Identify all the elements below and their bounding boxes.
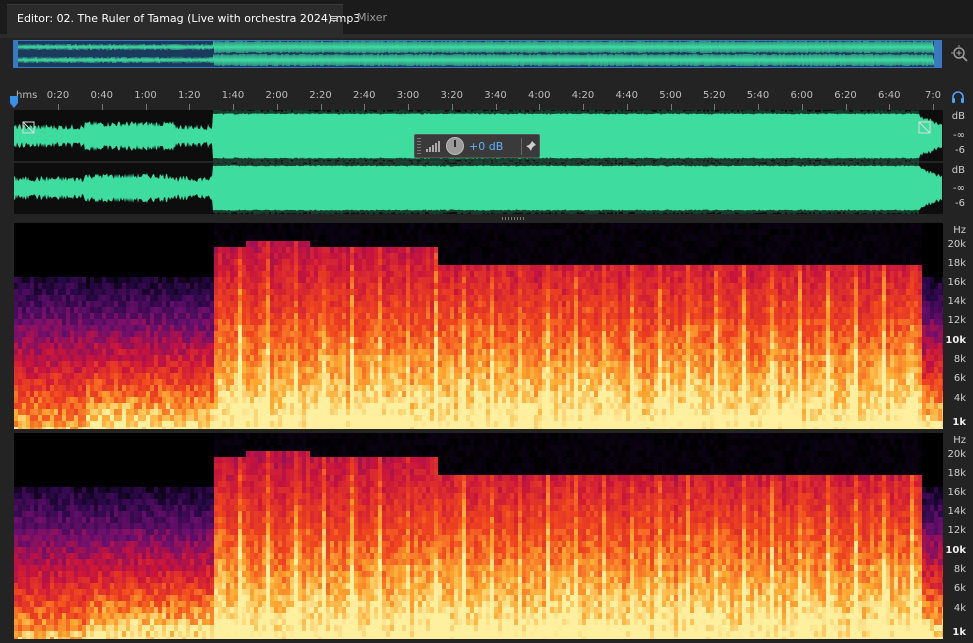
- hz-scale-label: 18k: [947, 258, 966, 269]
- waveform-fill: [14, 165, 942, 211]
- divider-grip[interactable]: [502, 217, 526, 220]
- ruler-tick-label: 1:40: [221, 90, 245, 101]
- ruler-tick-label: 6:00: [790, 90, 813, 101]
- overview-navigator[interactable]: [13, 40, 942, 68]
- hz-scale-label: 18k: [947, 468, 966, 479]
- zoom-in-icon[interactable]: [950, 44, 970, 64]
- waveform-channels: [14, 110, 943, 214]
- tab-mixer-label: Mixer: [357, 11, 388, 24]
- ruler-tick-label: 3:00: [396, 90, 420, 101]
- hz-scale-label: 10k: [945, 335, 966, 346]
- gain-hud[interactable]: +0 dB: [414, 134, 540, 158]
- tab-underline: [0, 34, 973, 38]
- volume-meter-icon: [426, 141, 440, 152]
- hz-scale-label: 4k: [953, 603, 966, 614]
- hud-separator: [521, 138, 522, 155]
- db-scale: dB -∞ -6 dB -∞ -6: [945, 110, 973, 214]
- overview-waveform: [14, 41, 941, 67]
- db-label-upper-6: -6: [955, 145, 965, 156]
- ruler-tick-label: 6:20: [834, 90, 857, 101]
- ruler-tick-label: 5:40: [746, 90, 770, 101]
- db-label-lower-6: -6: [955, 198, 965, 209]
- hz-scale-label: 16k: [947, 277, 966, 288]
- hz-scale-left: Hz 20k 18k 16k 14k 12k 10k 8k 6k 4k 1k: [945, 223, 973, 429]
- ruler-tick-label: 0:20: [46, 90, 70, 101]
- hz-scale-label: 12k: [947, 525, 966, 536]
- tab-bar: Editor: 02. The Ruler of Tamag (Live wit…: [0, 0, 973, 34]
- ruler-tick-label: 2:40: [353, 90, 376, 101]
- waveform-editor[interactable]: [14, 110, 943, 214]
- hz-scale-label: Hz: [953, 225, 966, 236]
- tab-mixer[interactable]: Mixer: [344, 4, 406, 34]
- playhead-marker-icon[interactable]: [9, 96, 19, 108]
- overview-handle-right: [934, 41, 941, 67]
- hz-scale-right: Hz 20k 18k 16k 14k 12k 10k 8k 6k 4k 1k: [945, 433, 973, 639]
- db-label-upper: dB: [951, 111, 965, 122]
- ruler-tick-label: 0:40: [90, 90, 113, 101]
- ruler-tick-label: 4:20: [571, 90, 595, 101]
- db-label-lower: dB: [951, 165, 965, 176]
- ruler-tick-label: 5:00: [659, 90, 682, 101]
- ruler-tick-label: 6:40: [878, 90, 901, 101]
- ruler-tick-label: 3:40: [484, 90, 507, 101]
- spectrogram-cells: [14, 433, 943, 639]
- db-label-lower-inf: -∞: [953, 183, 965, 194]
- hz-scale-label: 6k: [953, 583, 966, 594]
- hz-scale-label: 10k: [945, 545, 966, 556]
- hz-scale-label: 20k: [947, 449, 966, 460]
- spectrogram-cells: [14, 223, 943, 429]
- waveform-channel: [14, 161, 942, 214]
- ruler-tick-label: 2:00: [265, 90, 288, 101]
- hz-scale-label: 16k: [947, 487, 966, 498]
- hz-scale-label: 12k: [947, 315, 966, 326]
- ruler-tick-label: 4:40: [615, 90, 638, 101]
- overview-handle-left: [14, 41, 18, 67]
- hz-scale-label: 4k: [953, 393, 966, 404]
- time-ruler[interactable]: hms 0:20 0:40 1:00 1:20 1:40 2:00 2:20 2:40 3:00…: [0, 86, 973, 110]
- ruler-tick-label: 7:0: [924, 90, 942, 101]
- gain-value[interactable]: +0 dB: [469, 140, 503, 153]
- hz-scale-label: 1k: [952, 417, 966, 428]
- headphones-icon[interactable]: [951, 90, 965, 104]
- ruler-unit: hms: [16, 90, 38, 101]
- hz-scale-label: 8k: [953, 564, 966, 575]
- hz-scale-label: 14k: [947, 296, 966, 307]
- tab-menu-icon[interactable]: ≡: [327, 5, 341, 33]
- hz-scale-label: 14k: [947, 506, 966, 517]
- spectral-view-left[interactable]: [14, 223, 943, 429]
- spectrogram-left: [14, 223, 943, 429]
- ruler-tick-label: 1:00: [134, 90, 157, 101]
- hz-scale-label: 8k: [953, 354, 966, 365]
- ruler-tick-label: 2:20: [309, 90, 332, 101]
- hz-scale-label: 1k: [952, 627, 966, 638]
- hz-scale-label: 6k: [953, 373, 966, 384]
- pin-icon[interactable]: [524, 139, 538, 153]
- ruler-tick-label: 3:20: [440, 90, 463, 101]
- hz-scale-label: Hz: [953, 435, 966, 446]
- ruler-tick-label: 5:20: [703, 90, 726, 101]
- tab-editor-label: Editor: 02. The Ruler of Tamag (Live wit…: [17, 12, 361, 25]
- gain-knob[interactable]: [446, 137, 464, 155]
- ruler-tick-label: 4:00: [528, 90, 551, 101]
- spectrogram-right: [14, 433, 943, 639]
- spectral-view-right[interactable]: [14, 433, 943, 639]
- db-label-upper-inf: -∞: [953, 130, 965, 141]
- panel-divider[interactable]: [14, 214, 943, 223]
- hz-scale-label: 20k: [947, 239, 966, 250]
- tab-editor[interactable]: Editor: 02. The Ruler of Tamag (Live wit…: [7, 4, 360, 34]
- hud-drag-grip[interactable]: [417, 138, 421, 154]
- ruler-tick-label: 1:20: [178, 90, 201, 101]
